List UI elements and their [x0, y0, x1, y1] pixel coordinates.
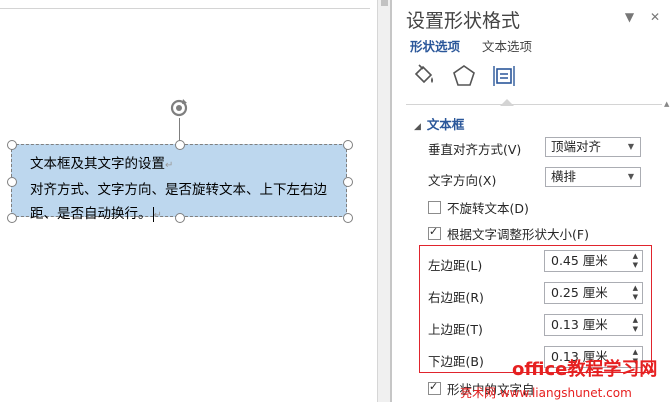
text-direction-label: 文字方向(X): [428, 173, 497, 188]
pane-options-dropdown-icon[interactable]: ▼: [625, 10, 634, 24]
dropdown-arrow-icon: ▼: [627, 172, 634, 181]
resize-handle-top-right[interactable]: [343, 140, 353, 150]
vertical-align-select[interactable]: 顶端对齐 ▼: [545, 137, 641, 157]
top-margin-label: 上边距(T): [428, 322, 483, 337]
left-margin-label: 左边距(L): [428, 258, 483, 273]
format-shape-pane: 设置形状格式 ▼ ✕ 形状选项 文本选项 ◢ 文本框 垂直对齐方式(V) 顶端对…: [392, 0, 672, 402]
right-margin-label: 右边距(R): [428, 290, 484, 305]
paragraph-mark-icon: ↵: [153, 210, 162, 221]
spin-down-icon[interactable]: ▼: [633, 293, 638, 301]
autofit-checkbox[interactable]: [428, 225, 441, 240]
autofit-checkbox-row[interactable]: 根据文字调整形状大小(F): [428, 224, 589, 243]
textbox-line-3: 距、是否自动换行。: [30, 206, 152, 222]
vertical-align-label: 垂直对齐方式(V): [428, 142, 522, 157]
close-icon[interactable]: ✕: [650, 10, 660, 24]
spin-up-icon[interactable]: ▲: [633, 316, 638, 324]
document-scrollbar[interactable]: [377, 0, 391, 402]
left-margin-spinner[interactable]: 0.45 厘米 ▲ ▼: [544, 250, 643, 272]
textbox-line-1: 文本框及其文字的设置: [30, 156, 165, 172]
top-margin-spinner[interactable]: 0.13 厘米 ▲ ▼: [544, 314, 643, 336]
fill-line-icon[interactable]: [410, 62, 440, 96]
spin-up-icon[interactable]: ▲: [633, 284, 638, 292]
effects-icon[interactable]: [450, 62, 480, 96]
spin-up-icon[interactable]: ▲: [633, 252, 638, 260]
wrap-text-checkbox[interactable]: [428, 380, 441, 395]
size-properties-icon[interactable]: [490, 62, 520, 106]
scrollbar-thumb[interactable]: [381, 0, 388, 6]
resize-handle-bottom-left[interactable]: [7, 213, 17, 223]
collapse-triangle-icon: ◢: [414, 122, 421, 132]
resize-handle-top[interactable]: [175, 140, 185, 150]
pane-title: 设置形状格式: [406, 10, 521, 32]
textbox-line-2: 对齐方式、文字方向、是否旋转文本、上下左右边: [30, 182, 327, 198]
document-canvas: 文本框及其文字的设置↵ 对齐方式、文字方向、是否旋转文本、上下左右边 距、是否自…: [0, 0, 377, 402]
bottom-margin-label: 下边距(B): [428, 354, 484, 369]
page-edge: [0, 0, 370, 9]
paragraph-mark-icon: ↵: [165, 160, 174, 171]
watermark-title: office教程学习网: [512, 359, 658, 380]
pane-separator: [406, 104, 662, 105]
spin-down-icon[interactable]: ▼: [633, 325, 638, 333]
dropdown-arrow-icon: ▼: [627, 142, 634, 151]
resize-handle-bottom-right[interactable]: [343, 213, 353, 223]
text-direction-select[interactable]: 横排 ▼: [545, 167, 641, 187]
resize-handle-right[interactable]: [343, 177, 353, 187]
section-textbox-header[interactable]: ◢ 文本框: [414, 114, 464, 133]
tab-shape-options[interactable]: 形状选项: [410, 39, 460, 54]
no-rotate-checkbox-row[interactable]: 不旋转文本(D): [428, 198, 529, 217]
resize-handle-left[interactable]: [7, 177, 17, 187]
text-box[interactable]: 文本框及其文字的设置↵ 对齐方式、文字方向、是否旋转文本、上下左右边 距、是否自…: [11, 144, 347, 222]
watermark-url: 亮术网 www.liangshunet.com: [460, 386, 632, 400]
no-rotate-checkbox[interactable]: [428, 201, 441, 214]
resize-handle-top-left[interactable]: [7, 140, 17, 150]
scroll-up-icon[interactable]: ▲: [664, 100, 669, 108]
right-margin-spinner[interactable]: 0.25 厘米 ▲ ▼: [544, 282, 643, 304]
tab-text-options[interactable]: 文本选项: [482, 39, 532, 54]
pane-scrollbar[interactable]: ▲: [664, 100, 672, 402]
spin-down-icon[interactable]: ▼: [633, 261, 638, 269]
resize-handle-bottom[interactable]: [175, 213, 185, 223]
rotate-handle-icon[interactable]: [168, 97, 190, 119]
pane-tabs: 形状选项 文本选项: [410, 36, 550, 55]
